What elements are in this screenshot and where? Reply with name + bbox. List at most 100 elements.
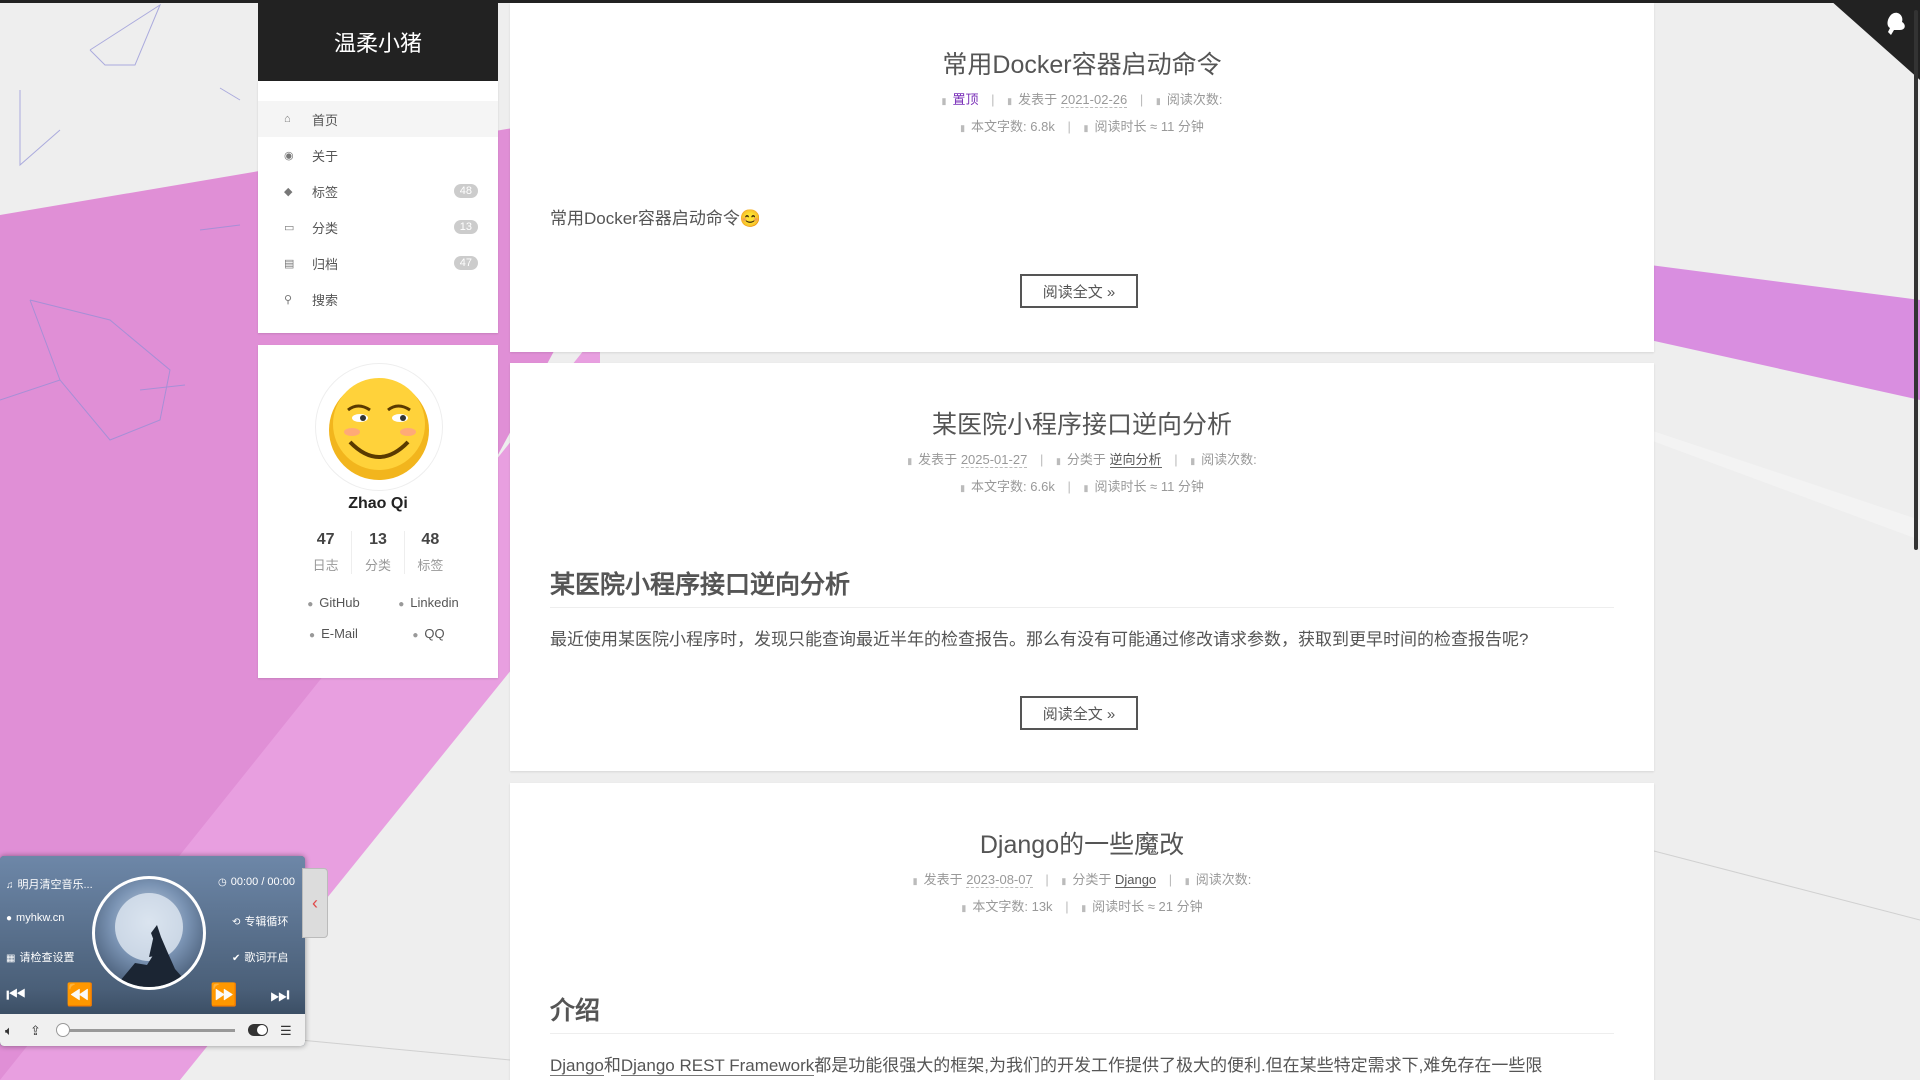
lyrics-switch[interactable] <box>248 1024 268 1036</box>
eye-icon: ▮ <box>1190 456 1196 466</box>
qq-link[interactable]: ● QQ <box>381 626 476 641</box>
menu-item-tags[interactable]: ◆ 标签 48 <box>258 173 498 209</box>
previous-icon[interactable]: ⏪ <box>66 982 93 1008</box>
link-label: GitHub <box>319 595 360 610</box>
link-label: E-Mail <box>321 626 358 641</box>
meta-separator: | <box>1168 872 1173 887</box>
clock-icon: ▮ <box>1083 123 1089 133</box>
word-count: 6.6k <box>1030 479 1055 494</box>
word-count: 13k <box>1031 899 1053 914</box>
player-notice: ▦ 请检查设置 <box>6 949 74 965</box>
calendar-icon: ▮ <box>912 876 918 886</box>
read-time: 21 分钟 <box>1158 899 1203 914</box>
loop-icon: ⟲ <box>232 917 241 928</box>
progress-knob[interactable] <box>56 1023 70 1037</box>
posted-label: 发表于 <box>923 872 963 887</box>
drf-link[interactable]: Django REST Framework <box>620 1056 815 1076</box>
menu-item-archives[interactable]: ▤ 归档 47 <box>258 245 498 281</box>
scrollbar-thumb[interactable] <box>1914 10 1918 550</box>
music-player: ♫ 明月清空音乐... ● myhkw.cn ▦ 请检查设置 ◷ 00:00 / 00:… <box>0 856 305 1046</box>
post-meta-stats: ▮ 本文字数: 6.8k | ▮ 阅读时长 ≈ 11 分钟 <box>510 116 1654 135</box>
category-link[interactable]: Django <box>1114 872 1157 888</box>
last-track-icon[interactable]: ⏭ <box>270 982 290 1008</box>
player-collapse-handle[interactable]: ‹ <box>302 868 328 938</box>
loop-mode-text: 专辑循环 <box>244 916 289 928</box>
lyrics-toggle[interactable]: ✔ 歌词开启 <box>232 949 288 965</box>
words-label: 本文字数: <box>971 479 1027 494</box>
song-title: ♫ 明月清空音乐... <box>6 876 93 892</box>
meta-separator: | <box>1067 479 1071 494</box>
site-brand[interactable]: 温柔小猪 <box>258 3 498 81</box>
category-label: 分类于 <box>1066 452 1106 467</box>
post-title[interactable]: 常用Docker容器启动命令 <box>510 45 1654 81</box>
archive-icon: ▤ <box>284 257 295 270</box>
post-meta-stats: ▮ 本文字数: 13k | ▮ 阅读时长 ≈ 21 分钟 <box>510 896 1654 915</box>
category-link[interactable]: 逆向分析 <box>1109 452 1162 468</box>
read-time: 11 分钟 <box>1160 119 1204 134</box>
linkedin-link[interactable]: ● Linkedin <box>381 595 476 610</box>
first-track-icon[interactable]: ⏮ <box>6 982 26 1008</box>
menu-item-about[interactable]: ◉ 关于 <box>258 137 498 173</box>
read-more-button[interactable]: 阅读全文 » <box>1020 696 1138 730</box>
post-meta-stats: ▮ 本文字数: 6.6k | ▮ 阅读时长 ≈ 11 分钟 <box>510 476 1654 495</box>
linkedin-icon: ● <box>398 599 405 610</box>
calendar-icon: ▮ <box>907 456 913 466</box>
player-site-text: myhkw.cn <box>16 912 65 924</box>
categories-count-badge: 13 <box>453 220 478 234</box>
player-controls-bar: 🔈︎ ⇪ ☰ <box>0 1014 305 1046</box>
post-card: Django的一些魔改 ▮ 发表于 2023-08-07 | ▮ 分类于 Djang… <box>510 783 1654 1080</box>
next-icon[interactable]: ⏩ <box>210 982 237 1008</box>
avatar <box>315 363 443 491</box>
archives-count-badge: 47 <box>453 256 478 270</box>
post-date: 2023-08-07 <box>966 872 1033 888</box>
menu-item-label: 搜索 <box>312 292 339 308</box>
stat-number: 48 <box>421 531 440 548</box>
album-cover[interactable] <box>92 876 206 990</box>
stat-tags[interactable]: 48 标签 <box>403 531 456 574</box>
home-icon: ⌂ <box>284 113 291 125</box>
wolf-moon-image <box>115 893 191 987</box>
django-link[interactable]: Django <box>550 1056 604 1076</box>
post-excerpt: 常用Docker容器启动命令😊 <box>550 209 762 228</box>
post-meta: ▮ 发表于 2023-08-07 | ▮ 分类于 Django | ▮ 阅读次数: <box>510 869 1654 888</box>
menu-item-label: 首页 <box>312 112 339 128</box>
meta-separator: | <box>1039 452 1044 467</box>
stat-categories[interactable]: 13 分类 <box>351 531 403 574</box>
words-label: 本文字数: <box>972 899 1028 914</box>
views-label: 阅读次数: <box>1201 452 1257 467</box>
loop-mode-button[interactable]: ⟲ 专辑循环 <box>232 913 288 929</box>
site-title[interactable]: 温柔小猪 <box>334 26 422 58</box>
folder-icon: ▭ <box>284 221 295 234</box>
category-label: 分类于 <box>1072 872 1112 887</box>
volume-icon[interactable]: 🔈︎ <box>5 1023 13 1039</box>
share-icon[interactable]: ⇪ <box>30 1023 41 1039</box>
email-link[interactable]: ● E-Mail <box>286 626 381 641</box>
read-more-button[interactable]: 阅读全文 » <box>1020 274 1138 308</box>
stat-number: 47 <box>316 531 335 548</box>
author-name: Zhao Qi <box>348 495 408 512</box>
post-title[interactable]: 某医院小程序接口逆向分析 <box>510 405 1654 441</box>
meta-separator: | <box>1045 872 1049 887</box>
post-title[interactable]: Django的一些魔改 <box>510 825 1654 861</box>
eye-icon: ▮ <box>1184 876 1190 886</box>
user-icon: ● <box>6 913 13 924</box>
social-links: ● GitHub ● Linkedin ● E-Mail ● QQ <box>286 595 476 641</box>
search-icon: ⚲ <box>284 293 293 306</box>
playlist-icon[interactable]: ☰ <box>280 1023 292 1039</box>
progress-track[interactable] <box>60 1029 235 1032</box>
menu-item-categories[interactable]: ▭ 分类 13 <box>258 209 498 245</box>
github-corner-icon[interactable] <box>1830 0 1920 80</box>
stat-posts[interactable]: 47 日志 <box>300 531 351 574</box>
calendar-icon: ▮ <box>1007 96 1013 106</box>
clock-icon: ◷ <box>218 877 227 888</box>
song-title-text: 明月清空音乐... <box>17 879 93 891</box>
github-link[interactable]: ● GitHub <box>286 595 381 610</box>
pinned-label: 置顶 <box>952 92 979 107</box>
eye-icon: ▮ <box>1155 96 1161 106</box>
post-card: 某医院小程序接口逆向分析 ▮ 发表于 2025-01-27 | ▮ 分类于 逆向分析… <box>510 363 1654 771</box>
player-time-text: 00:00 / 00:00 <box>230 876 295 888</box>
menu-item-search[interactable]: ⚲ 搜索 <box>258 281 498 317</box>
words-label: 本文字数: <box>971 119 1027 134</box>
post-heading: 某医院小程序接口逆向分析 <box>550 565 1614 608</box>
menu-item-home[interactable]: ⌂ 首页 <box>258 101 498 137</box>
